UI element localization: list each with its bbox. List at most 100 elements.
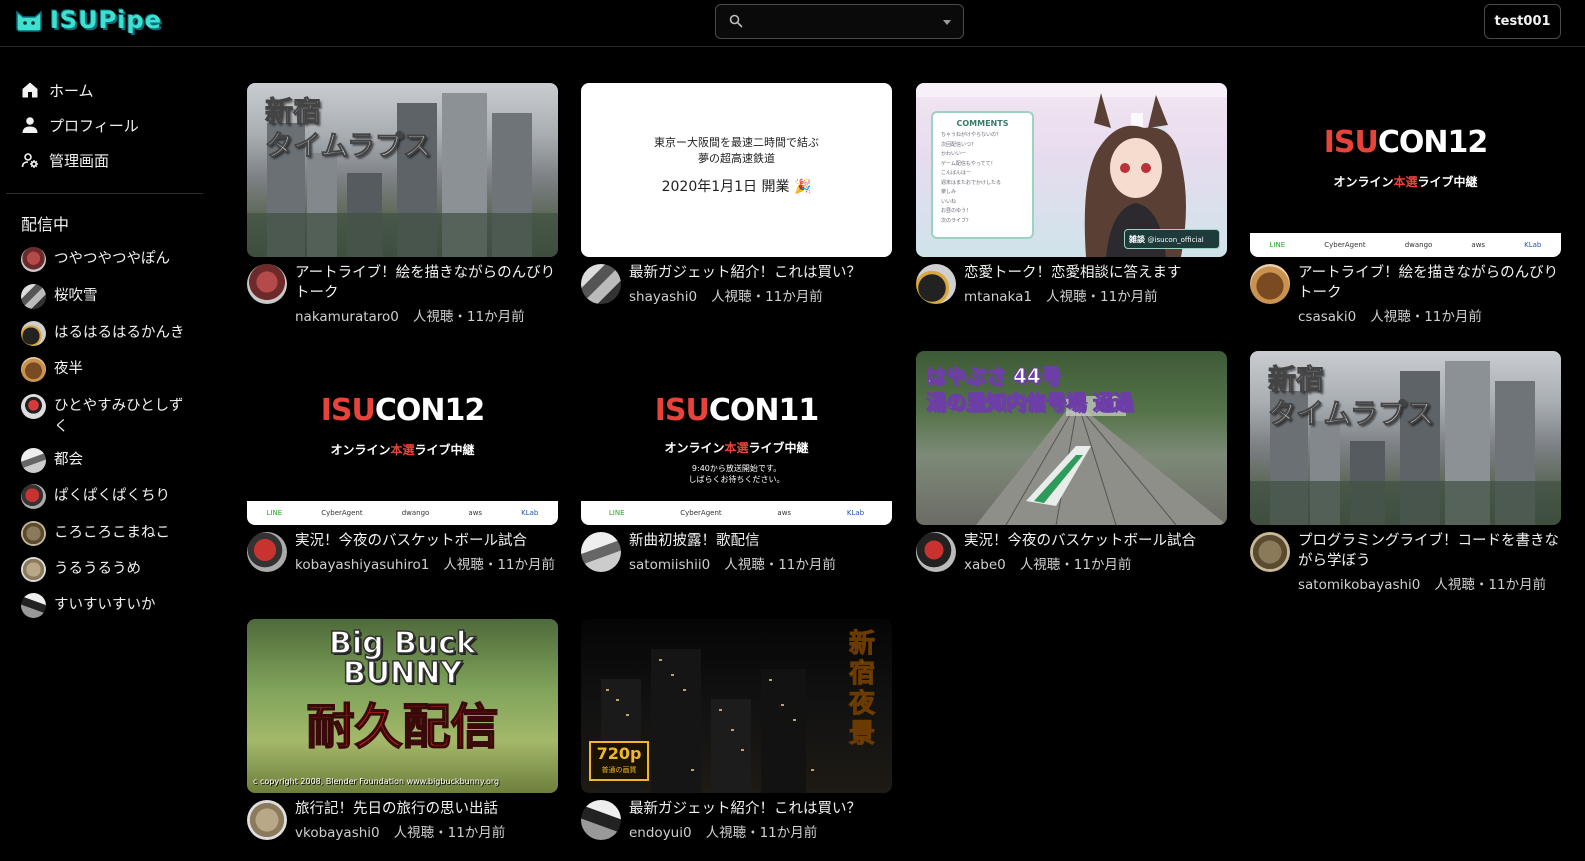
stream-title[interactable]: アートライブ！絵を描きながらのんびりトーク xyxy=(1298,263,1560,303)
stream-thumbnail[interactable]: ISUCON11 オンライン本選ライブ中継 9:40から放送開始です。 しばらく… xyxy=(581,351,892,525)
chevron-down-icon[interactable] xyxy=(943,20,951,25)
sidebar-item-label: プロフィール xyxy=(49,116,139,135)
live-item[interactable]: はるはるはるかんき xyxy=(21,321,196,346)
live-item-name: ぱくぱくぱくちり xyxy=(54,488,170,504)
live-item[interactable]: ひとやすみひとしずく xyxy=(21,394,196,438)
avatar xyxy=(21,321,46,346)
avatar[interactable] xyxy=(1250,264,1290,304)
avatar[interactable] xyxy=(581,264,621,304)
thumbnail-caption: オンライン本選ライブ中継 xyxy=(1333,175,1478,189)
search-box[interactable] xyxy=(715,4,964,39)
thumbnail-caption: オンライン本選ライブ中継 xyxy=(330,443,475,457)
channel-name[interactable]: satomiishii0 xyxy=(629,557,710,573)
stream-meta: xabe0 人視聴・11か月前 xyxy=(964,557,1132,573)
time-ago: 11か月前 xyxy=(778,557,836,573)
stream-thumbnail[interactable]: ISUCON12 オンライン本選ライブ中継 LINE CyberAgent dwan… xyxy=(247,351,558,525)
live-item[interactable]: つやつやつやぽん xyxy=(21,247,196,272)
stream-thumbnail[interactable]: ISUCON12 オンライン本選ライブ中継 LINE CyberAgent dwan… xyxy=(1250,83,1561,257)
stream-title[interactable]: 実況！今夜のバスケットボール試合 xyxy=(964,531,1226,551)
channel-name[interactable]: satomikobayashi0 xyxy=(1298,577,1420,593)
stream-meta: endoyui0 人視聴・11か月前 xyxy=(629,825,818,841)
cat-logo-icon xyxy=(16,10,42,32)
live-item-name: ころころこまねこ xyxy=(54,525,170,541)
live-item-name: 都会 xyxy=(54,452,83,468)
stream-title[interactable]: 最新ガジェット紹介！これは買い？ xyxy=(629,799,891,819)
stream-thumbnail[interactable]: Big Buck BUNNY 耐久配信 c copyright 2008, Bl… xyxy=(247,619,558,793)
channel-name[interactable]: nakamurataro0 xyxy=(295,309,399,325)
stream-meta: vkobayashi0 人視聴・11か月前 xyxy=(295,825,506,841)
stream-thumbnail[interactable]: 東京ー大阪間を最速二時間で結ぶ 夢の超高速鉄道 2020年1月1日 開業 🎉 xyxy=(581,83,892,257)
thumbnail-caption: 新宿 タイムラプス xyxy=(1267,363,1435,431)
live-item-name: すいすいすいか xyxy=(54,597,156,613)
live-item-name: 夜半 xyxy=(54,361,83,377)
view-count: 人視聴 xyxy=(1434,577,1475,593)
search-input[interactable] xyxy=(750,10,930,34)
avatar[interactable] xyxy=(1250,532,1290,572)
live-item[interactable]: 夜半 xyxy=(21,357,196,382)
stream-thumbnail[interactable]: 新宿夜景 720p 普通の画質 xyxy=(581,619,892,793)
sidebar-item-profile[interactable]: プロフィール xyxy=(21,113,139,137)
user-menu-button[interactable]: test001 xyxy=(1484,4,1561,39)
channel-name[interactable]: kobayashiyasuhiro1 xyxy=(295,557,429,573)
stream-meta: nakamurataro0 人視聴・11か月前 xyxy=(295,309,525,325)
isupipe-logo[interactable]: ISUPipe xyxy=(14,6,162,34)
time-ago: 11か月前 xyxy=(1100,289,1158,305)
stream-title[interactable]: プログラミングライブ！コードを書きながら学ぼう xyxy=(1298,531,1560,571)
channel-name[interactable]: shayashi0 xyxy=(629,289,697,305)
time-ago: 11か月前 xyxy=(466,309,525,325)
thumbnail-caption: 新宿夜景 xyxy=(848,629,875,750)
avatar[interactable] xyxy=(247,800,287,840)
live-section-title: 配信中 xyxy=(21,215,70,234)
logo-text: ISUPipe xyxy=(50,6,162,34)
stream-title[interactable]: 新曲初披露！歌配信 xyxy=(629,531,891,551)
stream-title[interactable]: 旅行記！先日の旅行の思い出話 xyxy=(295,799,557,819)
person-icon xyxy=(22,117,38,133)
avatar xyxy=(21,448,46,473)
stream-title[interactable]: 実況！今夜のバスケットボール試合 xyxy=(295,531,557,551)
channel-name[interactable]: csasaki0 xyxy=(1298,309,1356,325)
channel-name[interactable]: vkobayashi0 xyxy=(295,825,380,841)
stream-meta: satomikobayashi0 人視聴・11か月前 xyxy=(1298,577,1547,593)
time-ago: 11か月前 xyxy=(497,557,555,573)
stream-title[interactable]: 恋愛トーク！恋愛相談に答えます xyxy=(964,263,1226,283)
avatar[interactable] xyxy=(916,264,956,304)
sidebar-divider xyxy=(6,193,203,194)
avatar[interactable] xyxy=(581,800,621,840)
view-count: 人視聴 xyxy=(412,309,454,325)
avatar[interactable] xyxy=(247,264,287,304)
live-item[interactable]: すいすいすいか xyxy=(21,593,196,618)
live-item[interactable]: ころころこまねこ xyxy=(21,521,196,546)
channel-name[interactable]: endoyui0 xyxy=(629,825,692,841)
view-count: 人視聴 xyxy=(393,825,435,841)
time-ago: 11か月前 xyxy=(765,289,823,305)
stream-thumbnail[interactable]: COMMENTS ちゃうねがけやらないの？ 次回配信いつ？ かわいいー ゲーム配… xyxy=(916,83,1227,257)
stream-title[interactable]: アートライブ！絵を描きながらのんびりトーク xyxy=(295,263,557,303)
thumbnail-note: 9:40から放送開始です。 しばらくお待ちください。 xyxy=(688,464,785,484)
stream-thumbnail[interactable]: はやぶさ 44号 湯の里知内信号場 通過 xyxy=(916,351,1227,525)
sidebar-item-admin[interactable]: 管理画面 xyxy=(21,148,109,172)
stream-thumbnail[interactable]: 新宿 タイムラプス xyxy=(247,83,558,257)
avatar[interactable] xyxy=(247,532,287,572)
live-item[interactable]: ぱくぱくぱくちり xyxy=(21,484,196,509)
live-item[interactable]: 都会 xyxy=(21,448,196,473)
stream-tag-badge: 雑談 @isucon_official xyxy=(1124,229,1220,249)
sidebar-item-home[interactable]: ホーム xyxy=(21,78,94,102)
stream-title[interactable]: 最新ガジェット紹介！これは買い？ xyxy=(629,263,891,283)
avatar[interactable] xyxy=(581,532,621,572)
live-item-name: はるはるはるかんき xyxy=(54,325,185,341)
thumbnail-credit: c copyright 2008, Blender Foundation www… xyxy=(253,777,500,786)
thumbnail-caption: 東京ー大阪間を最速二時間で結ぶ 夢の超高速鉄道 2020年1月1日 開業 🎉 xyxy=(654,136,819,195)
stream-thumbnail[interactable]: 新宿 タイムラプス xyxy=(1250,351,1561,525)
sponsor-strip: LINE CyberAgent dwango aws KLab xyxy=(1250,233,1561,257)
thumbnail-caption: はやぶさ 44号 湯の里知内信号場 通過 xyxy=(926,364,1134,415)
view-count: 人視聴 xyxy=(1019,557,1061,573)
channel-name[interactable]: mtanaka1 xyxy=(964,289,1032,305)
thumbnail-caption: 新宿 タイムラプス xyxy=(264,95,432,163)
channel-name[interactable]: xabe0 xyxy=(964,557,1006,573)
isucon-logo: ISUCON12 xyxy=(1323,125,1489,160)
view-count: 人視聴 xyxy=(705,825,747,841)
live-item-name: つやつやつやぽん xyxy=(54,251,170,267)
live-item[interactable]: 桜吹雪 xyxy=(21,284,196,309)
avatar[interactable] xyxy=(916,532,956,572)
live-item[interactable]: うるうるうめ xyxy=(21,557,196,582)
